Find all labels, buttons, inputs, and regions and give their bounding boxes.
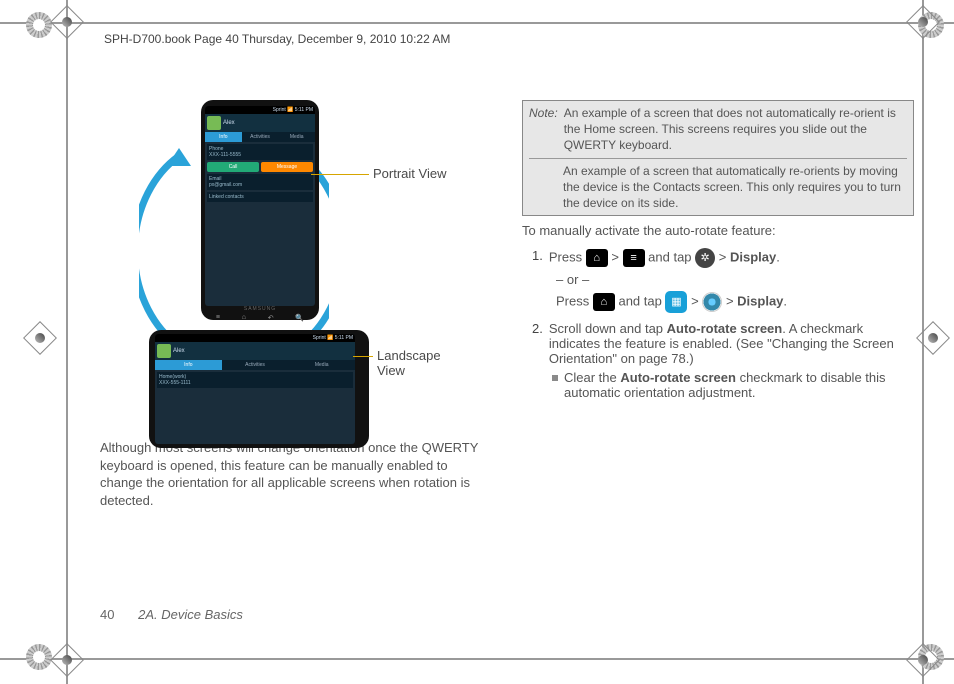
step-2-text: Scroll down and tap Auto-rotate screen. … (549, 321, 914, 366)
time-label: 5:11 PM (335, 335, 353, 341)
contact-name: Alex (223, 120, 235, 126)
note-label: Note: (529, 105, 558, 154)
bullet-text: Clear the Auto-rotate screen checkmark t… (564, 370, 914, 400)
note-text-2: An example of a screen that automaticall… (529, 163, 907, 212)
home-key-icon: ⌂ (593, 293, 615, 311)
callout-line (311, 174, 369, 175)
step-1-line-b: Press ⌂ and tap ▦ > > Display. (556, 291, 914, 313)
section-title: 2A. Device Basics (138, 607, 243, 622)
field-value: XXX-111-5555 (209, 152, 241, 158)
tab-info: Info (205, 132, 242, 142)
auto-rotate-term: Auto-rotate screen (620, 370, 736, 385)
step-number: 1. (532, 248, 543, 268)
cropmark-diamond-icon (50, 5, 84, 39)
step-1: 1. Press ⌂ > ≡ and tap ✲ > Display. (532, 248, 914, 268)
step-2: 2. Scroll down and tap Auto-rotate scree… (532, 321, 914, 366)
page: SPH-D700.book Page 40 Thursday, December… (0, 0, 954, 682)
avatar-icon (157, 344, 171, 358)
note-text-1: An example of a screen that does not aut… (564, 105, 907, 154)
call-button: Call (207, 162, 259, 172)
rotation-figure: Sprint 📶 5:11 PM Alex InfoActivitiesMedi… (131, 100, 461, 425)
step-1-or: – or – (556, 272, 914, 287)
lead-sentence: To manually activate the auto-rotate fea… (522, 222, 914, 240)
step-1-line-a: Press ⌂ > ≡ and tap ✲ > Display. (549, 248, 780, 268)
carrier-label: Sprint (313, 335, 326, 341)
menu-key-icon: ≡ (623, 249, 645, 267)
left-column: Sprint 📶 5:11 PM Alex InfoActivitiesMedi… (100, 100, 492, 582)
page-footer: 40 2A. Device Basics (100, 607, 243, 622)
avatar-icon (207, 116, 221, 130)
callout-line (353, 356, 373, 357)
field-value: px@gmail.com (209, 182, 242, 188)
settings-color-icon (702, 292, 722, 312)
bullet-item: Clear the Auto-rotate screen checkmark t… (552, 370, 914, 400)
home-key-icon: ⌂ (586, 249, 608, 267)
portrait-view-label: Portrait View (373, 166, 446, 181)
tab-media: Media (278, 132, 315, 142)
right-column: Note: An example of a screen that does n… (522, 100, 914, 582)
field-label: Linked contacts (209, 194, 244, 200)
cropmark-diamond-icon (50, 643, 84, 677)
tab-activities: Activities (242, 132, 279, 142)
contact-name: Alex (173, 348, 185, 354)
settings-gear-icon: ✲ (695, 248, 715, 268)
running-header: SPH-D700.book Page 40 Thursday, December… (104, 32, 450, 46)
page-number: 40 (100, 607, 114, 622)
step-number: 2. (532, 321, 543, 366)
landscape-view-label: Landscape View (377, 348, 461, 378)
note-box: Note: An example of a screen that does n… (522, 100, 914, 216)
display-term: Display (737, 293, 783, 308)
tab-info: Info (155, 360, 222, 370)
tab-media: Media (288, 360, 355, 370)
carrier-label: Sprint (273, 107, 286, 113)
message-button: Message (261, 162, 313, 172)
square-bullet-icon (552, 375, 558, 381)
auto-rotate-term: Auto-rotate screen (667, 321, 783, 336)
apps-grid-icon: ▦ (665, 291, 687, 313)
intro-paragraph: Although most screens will change orient… (100, 439, 492, 509)
content-area: Sprint 📶 5:11 PM Alex InfoActivitiesMedi… (100, 100, 914, 582)
cropmark-gear-icon (26, 12, 52, 38)
cropmark-gear-icon (26, 644, 52, 670)
phone-portrait: Sprint 📶 5:11 PM Alex InfoActivitiesMedi… (201, 100, 319, 320)
brand-label: SAMSUNG (205, 306, 315, 312)
hardkeys: ≡⌂↶🔍 (205, 314, 315, 322)
cropmark-diamond-icon (23, 321, 57, 355)
phone-landscape: Sprint 📶 5:11 PM Alex InfoActivitiesMedi… (149, 330, 369, 448)
display-term: Display (730, 249, 776, 264)
tab-activities: Activities (222, 360, 289, 370)
time-label: 5:11 PM (295, 107, 313, 113)
field-value: XXX-555-1111 (159, 380, 191, 386)
